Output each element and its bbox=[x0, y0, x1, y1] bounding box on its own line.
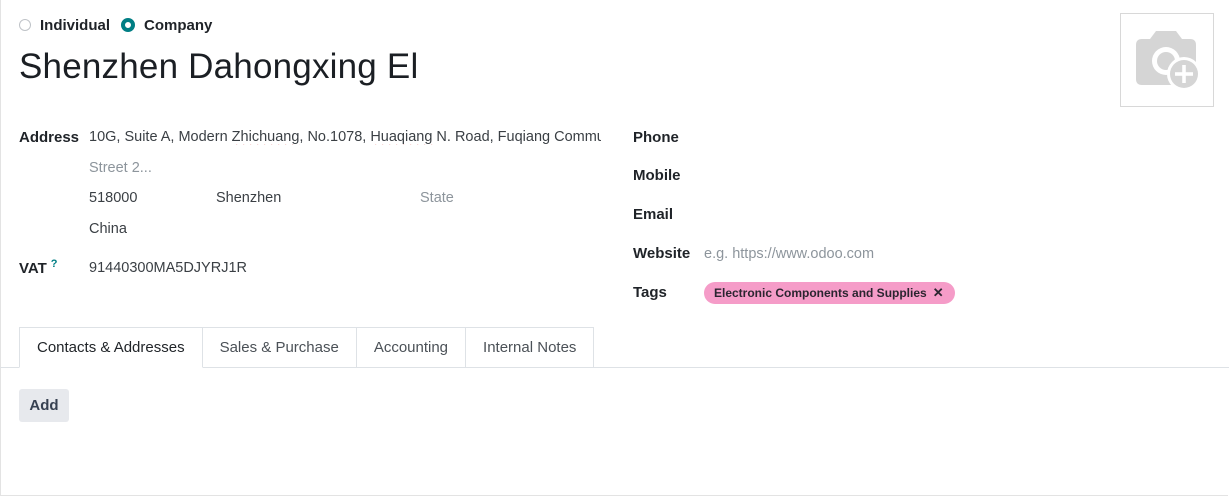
radio-individual[interactable]: Individual bbox=[19, 17, 110, 34]
tab-internal-notes[interactable]: Internal Notes bbox=[466, 327, 595, 368]
mobile-label: Mobile bbox=[633, 167, 681, 184]
address-label: Address bbox=[19, 129, 80, 146]
email-label: Email bbox=[633, 206, 674, 223]
street-part: N. Road, Fuqiang Commu bbox=[432, 129, 601, 145]
radio-unchecked-icon[interactable] bbox=[19, 19, 31, 31]
street-part: 10G, Suite A, Modern bbox=[89, 129, 232, 145]
vat-label: VAT? bbox=[19, 258, 58, 277]
radio-checked-icon[interactable] bbox=[121, 18, 136, 32]
partner-name-input[interactable]: Shenzhen Dahongxing Ele bbox=[19, 44, 419, 90]
close-icon[interactable]: ✕ bbox=[933, 285, 944, 301]
vat-label-text: VAT bbox=[19, 260, 47, 277]
street-part: , No.1078, bbox=[299, 129, 371, 145]
website-label: Website bbox=[633, 245, 691, 262]
state-select[interactable]: State bbox=[420, 190, 454, 206]
radio-company-label[interactable]: Company bbox=[144, 17, 212, 34]
website-input[interactable]: e.g. https://www.odoo.com bbox=[704, 246, 874, 262]
tags-label: Tags bbox=[633, 284, 667, 301]
add-contact-button[interactable]: Add bbox=[19, 389, 69, 422]
avatar-upload[interactable] bbox=[1120, 13, 1214, 107]
tab-sales-purchase[interactable]: Sales & Purchase bbox=[202, 327, 357, 368]
tab-contacts-addresses[interactable]: Contacts & Addresses bbox=[19, 327, 203, 368]
country-select[interactable]: China bbox=[89, 221, 127, 237]
tag-label: Electronic Components and Supplies bbox=[714, 286, 927, 300]
vat-input[interactable]: 91440300MA5DJYRJ1R bbox=[89, 260, 247, 276]
street-part-misspelled: Zhichuang bbox=[231, 129, 300, 145]
phone-label: Phone bbox=[633, 129, 679, 146]
company-type-radio-group: Individual Company bbox=[19, 14, 223, 36]
street-input[interactable]: 10G, Suite A, Modern Zhichuang, No.1078,… bbox=[89, 129, 601, 145]
help-icon[interactable]: ? bbox=[51, 258, 58, 270]
city-input[interactable]: Shenzhen bbox=[216, 190, 281, 206]
tab-divider bbox=[0, 367, 19, 368]
notebook-tabs: Contacts & Addresses Sales & Purchase Ac… bbox=[19, 327, 595, 368]
street-part-misspelled: Huaqiang bbox=[370, 129, 433, 145]
camera-add-icon bbox=[1136, 31, 1201, 91]
street2-input[interactable]: Street 2... bbox=[89, 160, 152, 176]
zip-input[interactable]: 518000 bbox=[89, 190, 137, 206]
radio-individual-label[interactable]: Individual bbox=[40, 17, 110, 34]
radio-company[interactable]: Company bbox=[121, 17, 212, 34]
tab-accounting[interactable]: Accounting bbox=[356, 327, 467, 368]
tag-badge[interactable]: Electronic Components and Supplies ✕ bbox=[704, 282, 955, 304]
